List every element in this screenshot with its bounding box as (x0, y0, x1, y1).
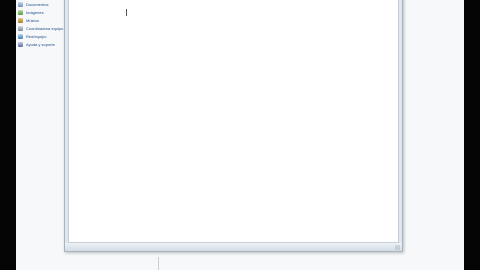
sidebar-item-pictures[interactable]: Imágenes (18, 8, 64, 16)
resize-grip-icon[interactable] (395, 245, 400, 250)
documents-icon (18, 1, 23, 7)
desktop-screen: Documentos Imágenes Música Coordinadora … (16, 0, 464, 270)
sidebar-item-label: Imágenes (26, 9, 44, 15)
sidebar-item-label: Música (26, 17, 39, 23)
sidebar-item-label: Coordinadora equipo (26, 25, 64, 31)
sidebar-item-documents[interactable]: Documentos (18, 0, 64, 8)
help-icon (18, 41, 23, 47)
sidebar-item-label: Red/equipo (26, 33, 47, 39)
sidebar-item-computer[interactable]: Coordinadora equipo (18, 24, 64, 32)
sidebar-item-music[interactable]: Música (18, 16, 64, 24)
sidebar-item-help[interactable]: Ayuda y soporte (18, 40, 64, 48)
computer-icon (18, 25, 23, 31)
divider (158, 257, 159, 270)
text-cursor (126, 9, 127, 16)
sidebar-list: Documentos Imágenes Música Coordinadora … (18, 0, 64, 48)
sidebar-item-label: Documentos (26, 1, 49, 7)
music-icon (18, 17, 23, 23)
editor-text-area[interactable] (68, 0, 399, 243)
editor-window (64, 0, 403, 252)
status-bar (65, 243, 402, 251)
sidebar-item-label: Ayuda y soporte (26, 41, 55, 47)
network-icon (18, 33, 23, 39)
sidebar-item-network[interactable]: Red/equipo (18, 32, 64, 40)
letterbox-left (0, 0, 16, 270)
letterbox-right (464, 0, 480, 270)
pictures-icon (18, 9, 23, 15)
